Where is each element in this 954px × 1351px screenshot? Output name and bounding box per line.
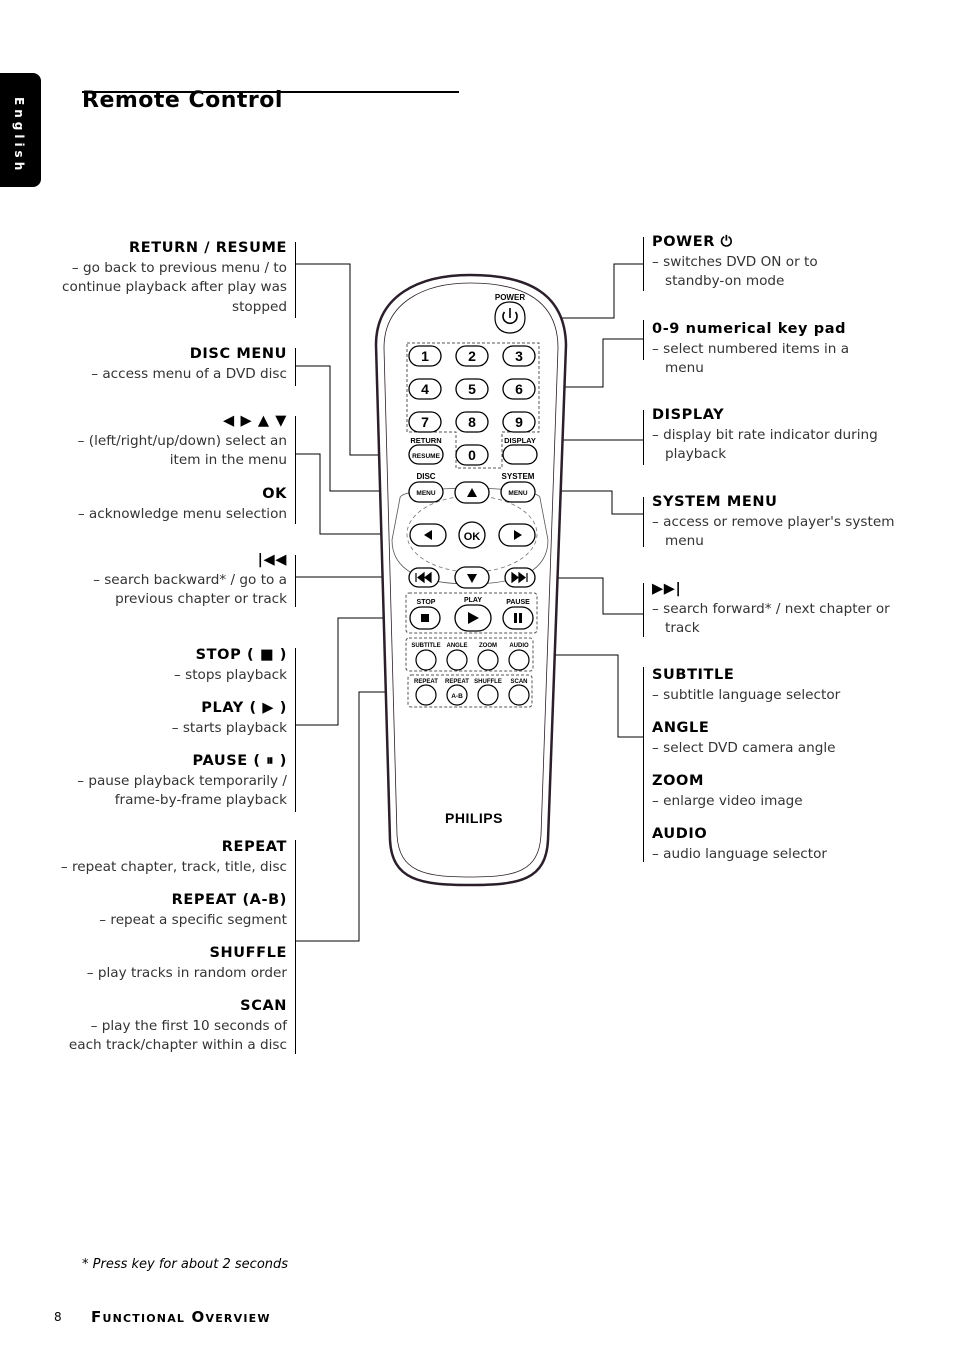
play-button[interactable] — [454, 604, 492, 632]
previous-button[interactable] — [408, 567, 440, 588]
digit-key-6[interactable]: 6 — [502, 378, 536, 400]
digit-label: 7 — [421, 414, 429, 430]
display-label: DISPLAY — [504, 436, 536, 445]
audio-button[interactable] — [508, 649, 530, 671]
power-label: POWER — [495, 293, 525, 302]
function-row-2-label: REPEAT — [414, 679, 438, 685]
digit-label: 9 — [515, 414, 523, 430]
ok-button[interactable]: OK — [458, 521, 486, 549]
up-button[interactable] — [454, 481, 490, 504]
resume-label: RESUME — [412, 453, 440, 460]
digit-key-8[interactable]: 8 — [455, 411, 489, 433]
stop-button[interactable] — [409, 606, 441, 630]
digit-key-4[interactable]: 4 — [408, 378, 442, 400]
disc-menu-label: MENU — [416, 490, 435, 497]
play-label: PLAY — [464, 597, 482, 604]
ab-label: A-B — [451, 693, 463, 700]
brand-logo: PHILIPS — [445, 810, 503, 826]
digit-label: 3 — [515, 348, 523, 364]
digit-label: 2 — [468, 348, 476, 364]
system-menu-button[interactable]: MENU — [500, 481, 536, 503]
pause-label: PAUSE — [506, 599, 530, 606]
resume-button[interactable]: RESUME — [408, 444, 444, 465]
next-button[interactable] — [504, 567, 536, 588]
ok-label: OK — [464, 531, 481, 543]
function-row-2-label: SHUFFLE — [474, 679, 502, 685]
zoom-button[interactable] — [477, 649, 499, 671]
pause-button[interactable] — [502, 606, 534, 630]
power-button[interactable] — [494, 301, 526, 334]
digit-key-2[interactable]: 2 — [455, 345, 489, 367]
function-row-2-label: REPEAT — [445, 679, 469, 685]
digit-key-0[interactable]: 0 — [455, 444, 489, 466]
digit-key-1[interactable]: 1 — [408, 345, 442, 367]
digit-key-5[interactable]: 5 — [455, 378, 489, 400]
pause-icon — [514, 613, 517, 623]
system-menu-label: MENU — [508, 490, 527, 497]
disc-label: DISC — [416, 472, 435, 481]
remote-diagram: POWER 1 2 3 4 5 6 7 8 9 0 RETURN RESUME DISPLAY D… — [295, 237, 644, 1054]
digit-key-7[interactable]: 7 — [408, 411, 442, 433]
display-button[interactable] — [502, 444, 538, 465]
digit-label: 4 — [421, 381, 429, 397]
repeat-button[interactable] — [415, 684, 437, 706]
system-label: SYSTEM — [502, 472, 535, 481]
digit-label: 8 — [468, 414, 476, 430]
section-title: Functional Overview — [91, 1308, 271, 1326]
disc-menu-button[interactable]: MENU — [408, 481, 444, 503]
stop-icon — [421, 614, 429, 622]
footnote: * Press key for about 2 seconds — [82, 1257, 289, 1272]
function-row-2-label: SCAN — [510, 679, 527, 685]
scan-button[interactable] — [508, 684, 530, 706]
digit-label: 1 — [421, 348, 429, 364]
page-number: 8 — [54, 1310, 62, 1324]
function-row-1-label: SUBTITLE — [411, 643, 440, 649]
digit-key-3[interactable]: 3 — [502, 345, 536, 367]
angle-button[interactable] — [446, 649, 468, 671]
down-button[interactable] — [454, 566, 490, 589]
right-button[interactable] — [498, 523, 536, 547]
return-label: RETURN — [410, 436, 441, 445]
function-row-1-label: ANGLE — [447, 643, 468, 649]
digit-label: 5 — [468, 381, 476, 397]
stop-label: STOP — [417, 599, 436, 606]
digit-label: 6 — [515, 381, 523, 397]
subtitle-button[interactable] — [415, 649, 437, 671]
function-row-1-label: AUDIO — [509, 643, 529, 649]
shuffle-button[interactable] — [477, 684, 499, 706]
digit-label: 0 — [468, 447, 476, 463]
digit-key-9[interactable]: 9 — [502, 411, 536, 433]
function-row-1-label: ZOOM — [479, 643, 497, 649]
left-button[interactable] — [409, 523, 447, 547]
